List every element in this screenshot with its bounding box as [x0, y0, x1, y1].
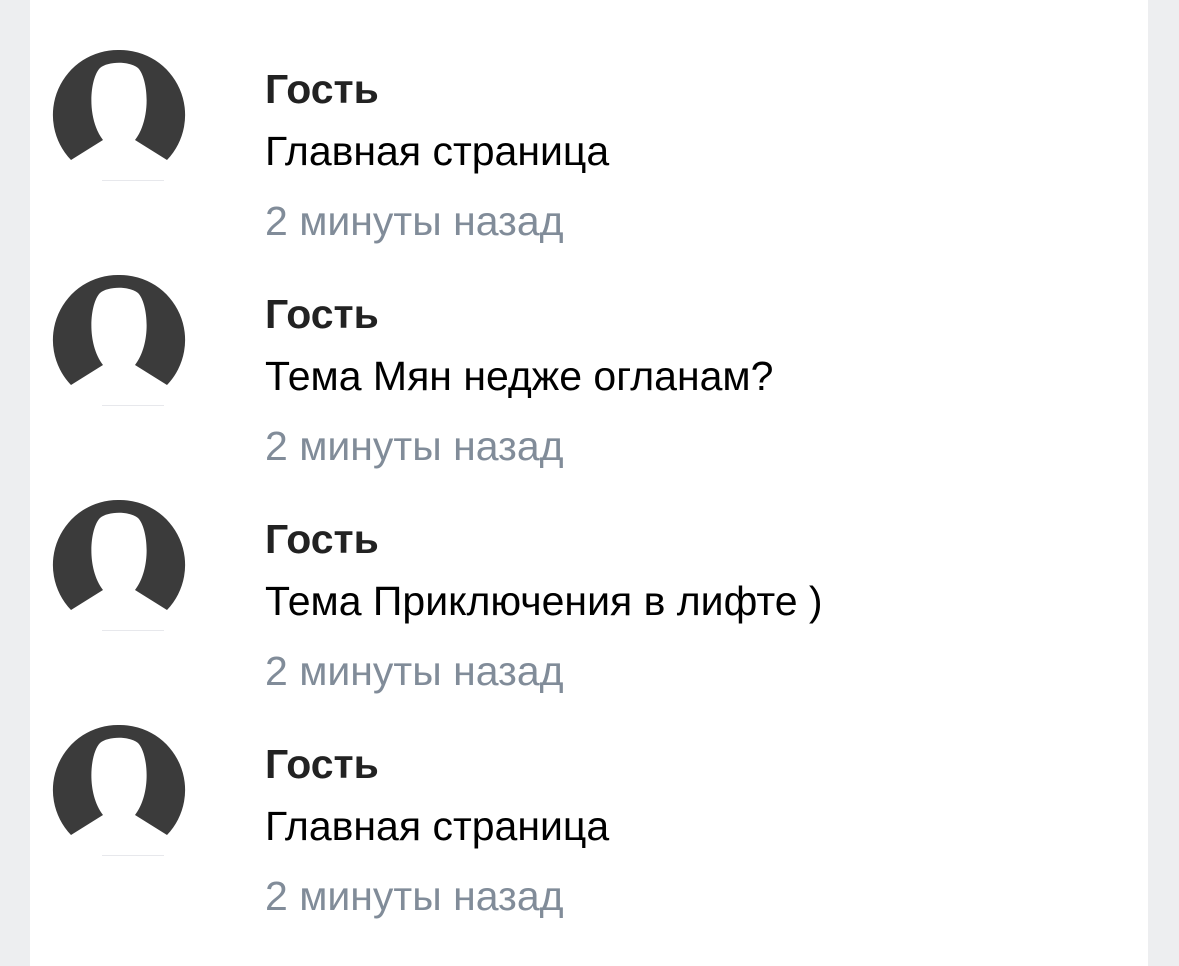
avatar-divider: [102, 855, 164, 856]
avatar-divider: [102, 630, 164, 631]
activity-location[interactable]: Тема Приключения в лифте ): [265, 566, 823, 636]
user-silhouette-icon: [52, 499, 186, 610]
avatar-divider: [102, 405, 164, 406]
user-silhouette-icon: [52, 49, 186, 160]
feed-item[interactable]: Гость Тема Мян недже огланам? 2 минуты н…: [30, 225, 1148, 469]
user-name[interactable]: Гость: [265, 737, 609, 791]
user-name[interactable]: Гость: [265, 287, 773, 341]
user-silhouette-icon: [52, 724, 186, 835]
activity-location[interactable]: Тема Мян недже огланам?: [265, 341, 773, 411]
feed-item[interactable]: Гость Главная страница 2 минуты назад: [30, 0, 1148, 244]
activity-location[interactable]: Главная страница: [265, 791, 609, 861]
feed-item[interactable]: Гость Тема Приключения в лифте ) 2 минут…: [30, 450, 1148, 694]
avatar[interactable]: [52, 48, 186, 184]
avatar[interactable]: [52, 498, 186, 634]
avatar[interactable]: [52, 273, 186, 409]
activity-card: Гость Главная страница 2 минуты назад Го…: [30, 0, 1148, 966]
feed-item[interactable]: Гость Главная страница 2 минуты назад: [30, 675, 1148, 919]
feed-item-text: Гость Главная страница 2 минуты назад: [265, 737, 609, 931]
user-silhouette-icon: [52, 274, 186, 385]
user-name[interactable]: Гость: [265, 62, 609, 116]
activity-location[interactable]: Главная страница: [265, 116, 609, 186]
timestamp: 2 минуты назад: [265, 873, 564, 919]
avatar-divider: [102, 180, 164, 181]
avatar[interactable]: [52, 723, 186, 859]
user-name[interactable]: Гость: [265, 512, 823, 566]
